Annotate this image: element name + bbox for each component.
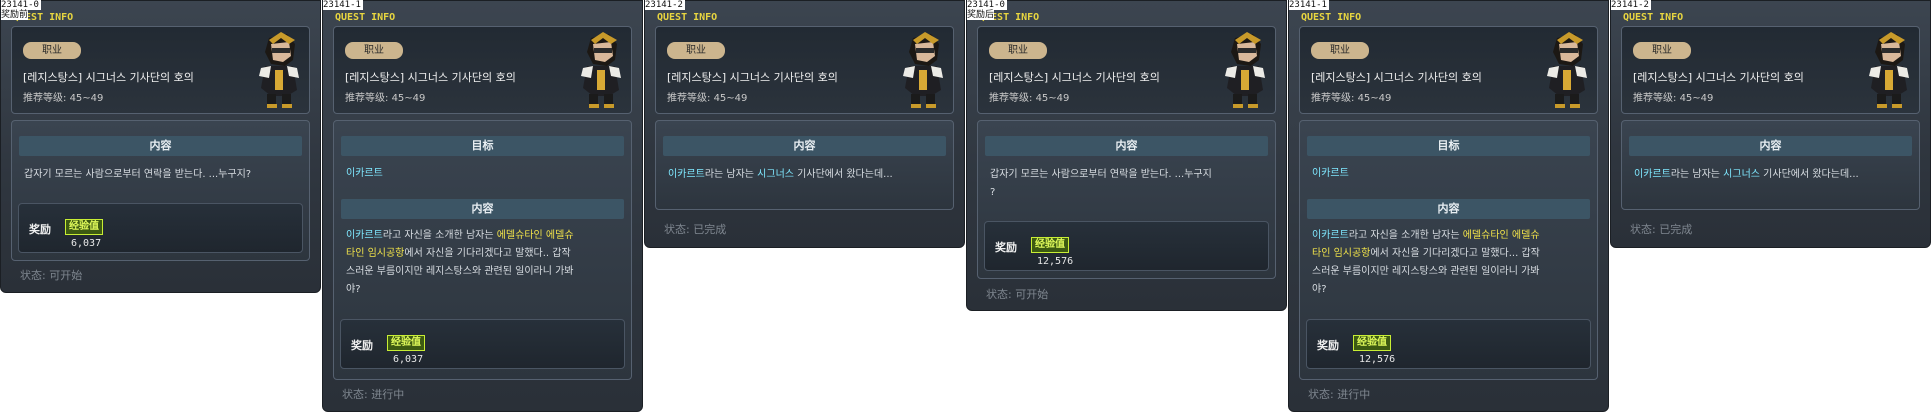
section-header-content: 内容 (19, 136, 302, 156)
reward-box: 奖励 经验值 12,576 (1306, 319, 1591, 369)
quest-id: 23141-0 (967, 0, 1007, 10)
target-text: 이카르트 (346, 168, 383, 179)
section-header-target: 目标 (341, 136, 624, 156)
character-portrait-icon (1225, 32, 1265, 108)
quest-name: [레지스탕스] 시그너스 기사단의 호의 (345, 71, 516, 84)
section-header-content: 内容 (985, 136, 1268, 156)
exp-tag: 经验值 (1353, 335, 1391, 351)
quest-info-title: QUEST INFO (1301, 12, 1362, 23)
quest-panel: QUEST INFO 职业 [레지스탕스] 시그너스 기사단의 호의 推荐等级:… (1610, 0, 1931, 248)
job-badge: 职业 (1633, 42, 1691, 59)
quest-info-title: QUEST INFO (335, 12, 396, 23)
job-badge: 职业 (667, 42, 725, 59)
content-text: 이카르트라는 남자는 시그너스 기사단에서 왔다는데... (668, 169, 893, 180)
quest-level: 推荐等级: 45~49 (23, 93, 104, 104)
quest-name: [레지스탕스] 시그너스 기사단의 호의 (667, 71, 838, 84)
quest-body: 内容 이카르트라는 남자는 시그너스 기사단에서 왔다는데... (655, 120, 954, 210)
job-badge: 职业 (23, 42, 81, 59)
section-header-content: 内容 (663, 136, 946, 156)
quest-body: 内容 이카르트라는 남자는 시그너스 기사단에서 왔다는데... (1621, 120, 1920, 210)
section-header-content: 内容 (1307, 199, 1590, 219)
quest-id: 23141-1 (1289, 0, 1329, 10)
quest-id: 23141-2 (1611, 0, 1651, 10)
quest-status: 状态: 进行中 (1308, 388, 1371, 401)
quest-header: 职业 [레지스탕스] 시그너스 기사단의 호의 推荐等级: 45~49 (655, 26, 954, 114)
reward-label: 奖励 (351, 339, 373, 352)
exp-tag: 经验值 (65, 219, 103, 235)
quest-status: 状态: 可开始 (20, 269, 83, 282)
exp-tag: 经验值 (1031, 237, 1069, 253)
quest-body: 内容 갑자기 모르는 사람으로부터 연락을 받는다. ...누구지? 奖励 经验… (11, 120, 310, 261)
section-header-content: 内容 (1629, 136, 1912, 156)
content-text: 이카르트라고 자신을 소개한 남자는 에델슈타인 에델슈 타인 임시공항에서 자… (346, 230, 574, 295)
quest-panel: QUEST INFO 职业 [레지스탕스] 시그너스 기사단의 호의 推荐等级:… (644, 0, 965, 248)
quest-header: 职业 [레지스탕스] 시그너스 기사단의 호의 推荐等级: 45~49 (333, 26, 632, 114)
quest-panel: QUEST INFO 职业 [레지스탕스] 시그너스 기사단의 호의 推荐等级:… (0, 0, 321, 293)
reward-box: 奖励 经验值 6,037 (18, 203, 303, 253)
exp-value: 6,037 (393, 354, 424, 365)
character-portrait-icon (903, 32, 943, 108)
quest-status: 状态: 已完成 (1630, 223, 1693, 236)
quest-status: 状态: 已完成 (664, 223, 727, 236)
character-portrait-icon (581, 32, 621, 108)
reward-box: 奖励 经验值 6,037 (340, 319, 625, 369)
quest-level: 推荐等级: 45~49 (1311, 93, 1392, 104)
quest-panel: QUEST INFO 职业 [레지스탕스] 시그너스 기사단의 호의 推荐等级:… (1288, 0, 1609, 412)
section-header-target: 目标 (1307, 136, 1590, 156)
quest-level: 推荐等级: 45~49 (345, 93, 426, 104)
reward-box: 奖励 经验值 12,576 (984, 221, 1269, 271)
job-badge: 职业 (989, 42, 1047, 59)
quest-info-title: QUEST INFO (657, 12, 718, 23)
quest-status: 状态: 进行中 (342, 388, 405, 401)
quest-status: 状态: 可开始 (986, 288, 1049, 301)
quest-level: 推荐等级: 45~49 (989, 93, 1070, 104)
quest-state-note: 奖励后 (967, 10, 995, 20)
quest-id: 23141-2 (645, 0, 685, 10)
quest-panel: QUEST INFO 职业 [레지스탕스] 시그너스 기사단의 호의 推荐等级:… (966, 0, 1287, 311)
exp-value: 6,037 (71, 238, 102, 249)
quest-name: [레지스탕스] 시그너스 기사단의 호의 (1311, 71, 1482, 84)
quest-header: 职业 [레지스탕스] 시그너스 기사단의 호의 推荐等级: 45~49 (1621, 26, 1920, 114)
reward-label: 奖励 (1317, 339, 1339, 352)
quest-id: 23141-0 (1, 0, 41, 10)
exp-tag: 经验值 (387, 335, 425, 351)
quest-body: 目标 이카르트 内容 이카르트라고 자신을 소개한 남자는 에델슈타인 에델슈 … (333, 120, 632, 380)
quest-name: [레지스탕스] 시그너스 기사단의 호의 (23, 71, 194, 84)
target-text: 이카르트 (1312, 168, 1349, 179)
quest-id: 23141-1 (323, 0, 363, 10)
quest-level: 推荐等级: 45~49 (667, 93, 748, 104)
quest-header: 职业 [레지스탕스] 시그너스 기사단의 호의 推荐等级: 45~49 (977, 26, 1276, 114)
character-portrait-icon (1869, 32, 1909, 108)
content-text: 갑자기 모르는 사람으로부터 연락을 받는다. ...누구지 ? (990, 169, 1212, 198)
reward-label: 奖励 (29, 223, 51, 236)
quest-body: 内容 갑자기 모르는 사람으로부터 연락을 받는다. ...누구지 ? 奖励 经… (977, 120, 1276, 279)
quest-info-title: QUEST INFO (1623, 12, 1684, 23)
quest-level: 推荐等级: 45~49 (1633, 93, 1714, 104)
section-header-content: 内容 (341, 199, 624, 219)
quest-header: 职业 [레지스탕스] 시그너스 기사단의 호의 推荐等级: 45~49 (1299, 26, 1598, 114)
content-text: 이카르트라고 자신을 소개한 남자는 에델슈타인 에델슈 타인 임시공항에서 자… (1312, 230, 1540, 295)
content-text: 이카르트라는 남자는 시그너스 기사단에서 왔다는데... (1634, 169, 1859, 180)
quest-panel: QUEST INFO 职业 [레지스탕스] 시그너스 기사단의 호의 推荐等级:… (322, 0, 643, 412)
job-badge: 职业 (1311, 42, 1369, 59)
quest-name: [레지스탕스] 시그너스 기사단의 호의 (1633, 71, 1804, 84)
quest-body: 目标 이카르트 内容 이카르트라고 자신을 소개한 남자는 에델슈타인 에델슈 … (1299, 120, 1598, 380)
reward-label: 奖励 (995, 241, 1017, 254)
quest-state-note: 奖励前 (1, 10, 29, 20)
exp-value: 12,576 (1359, 354, 1396, 365)
character-portrait-icon (259, 32, 299, 108)
character-portrait-icon (1547, 32, 1587, 108)
exp-value: 12,576 (1037, 256, 1074, 267)
job-badge: 职业 (345, 42, 403, 59)
quest-header: 职业 [레지스탕스] 시그너스 기사단의 호의 推荐等级: 45~49 (11, 26, 310, 114)
quest-name: [레지스탕스] 시그너스 기사단의 호의 (989, 71, 1160, 84)
content-text: 갑자기 모르는 사람으로부터 연락을 받는다. ...누구지? (24, 169, 252, 180)
